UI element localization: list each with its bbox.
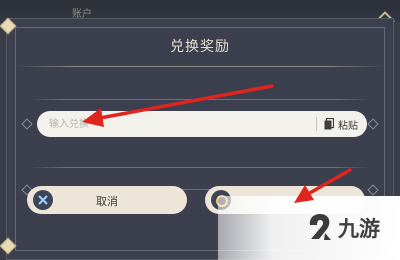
middle-separator [29,167,371,168]
title-divider [15,66,385,67]
watermark-brand: 九游 [338,217,380,241]
redeem-code-input-box[interactable]: 粘贴 [37,111,367,137]
cancel-label: 取消 [96,195,118,208]
top-separator [29,99,371,100]
dialog-title: 兑换奖励 [170,39,230,55]
paste-button[interactable]: 粘贴 [324,111,364,137]
right-bottom-diamond-icon [367,184,379,196]
right-diamond-icon [367,118,379,130]
cancel-button[interactable]: 取消 [27,186,187,214]
paste-icon [324,118,334,130]
left-diamond-icon [21,118,33,130]
paste-label: 粘贴 [338,120,358,132]
jiuyou-logo-icon [309,214,331,240]
input-divider [316,117,317,131]
redeem-code-input[interactable] [49,111,299,137]
